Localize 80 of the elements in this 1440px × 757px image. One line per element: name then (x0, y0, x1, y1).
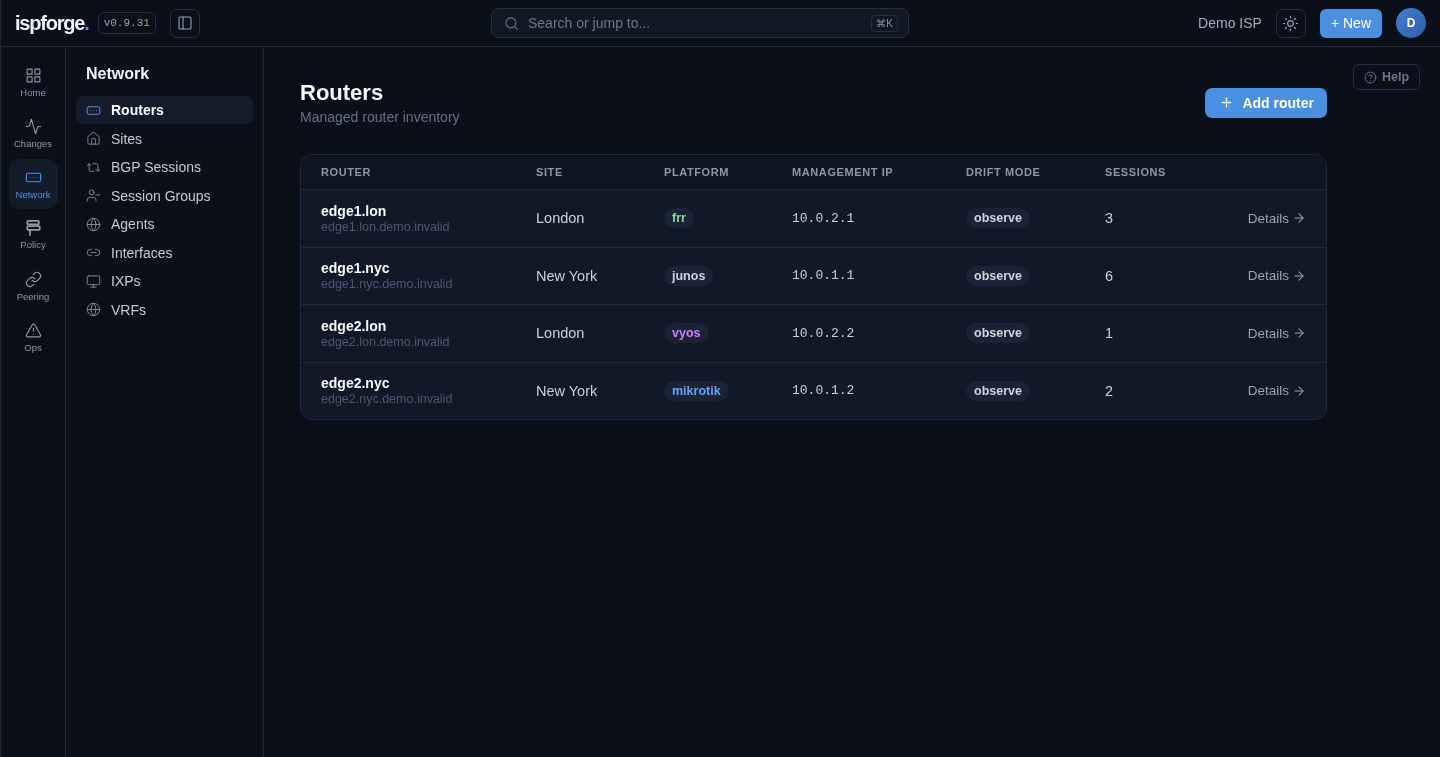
help-button[interactable]: Help (1353, 64, 1421, 90)
details-link[interactable]: Details (1247, 383, 1306, 399)
avatar[interactable]: D (1396, 8, 1426, 38)
rail-nav-item[interactable]: Home (8, 57, 58, 107)
grid-icon (24, 66, 42, 84)
details-link[interactable]: Details (1247, 268, 1306, 284)
sidebar-item[interactable]: Sites (76, 124, 253, 153)
router-name: edge2.lon (321, 317, 387, 334)
details-link[interactable]: Details (1247, 325, 1306, 341)
site-cell: London (536, 325, 585, 342)
house-icon (86, 131, 101, 146)
router-hostname: edge2.lon.demo.invalid (321, 334, 450, 349)
router-hostname: edge1.lon.demo.invalid (321, 219, 450, 234)
search-input[interactable]: Search or jump to... (528, 12, 863, 34)
sessions-cell: 2 (1105, 382, 1114, 399)
column-header: SESSIONS (1105, 166, 1167, 178)
sidebar-item[interactable]: Routers (76, 96, 253, 124)
ip-cell: 10.0.1.1 (792, 268, 855, 284)
rail-nav-item[interactable]: Peering (8, 261, 58, 311)
site-cell: London (536, 210, 585, 227)
drift-mode-tag: observe (966, 265, 1030, 286)
site-cell: New York (536, 382, 598, 399)
rail-nav-item[interactable]: Changes (8, 108, 58, 158)
page-subtitle: Managed router inventory (300, 109, 460, 125)
sidebar-toggle-button[interactable] (169, 8, 200, 38)
router-name: edge1.lon (321, 202, 387, 219)
rail-nav-item[interactable]: Policy (8, 210, 58, 260)
help-icon (1364, 70, 1377, 84)
search-bar[interactable]: Search or jump to... ⌘K (491, 8, 909, 38)
user-minus-icon (86, 188, 101, 203)
router-name: edge2.nyc (321, 375, 390, 392)
column-header: DRIFT MODE (966, 166, 1041, 178)
link-icon (24, 270, 42, 288)
monitor-icon (86, 273, 101, 289)
platform-tag: vyos (664, 323, 709, 344)
shortcut-hint: ⌘K (871, 14, 898, 32)
sessions-cell: 1 (1105, 325, 1114, 342)
panel-icon (176, 15, 193, 31)
router-hostname: edge2.nyc.demo.invalid (321, 392, 453, 407)
drift-mode-tag: observe (966, 208, 1030, 229)
sessions-cell: 3 (1105, 210, 1114, 227)
column-header: ROUTER (321, 166, 372, 178)
platform-tag: mikrotik (664, 380, 729, 401)
router-name: edge1.nyc (321, 260, 390, 277)
sidebar-title: Network (86, 65, 150, 83)
sidebar-item[interactable]: IXPs (76, 267, 253, 295)
pulse-line-icon (24, 117, 42, 135)
platform-tag: frr (664, 208, 694, 229)
globe-icon (86, 216, 101, 232)
version-badge: v0.9.31 (97, 12, 156, 34)
sidebar-item[interactable]: BGP Sessions (76, 153, 253, 181)
column-header: PLATFORM (664, 166, 730, 178)
column-header: MANAGEMENT IP (792, 166, 894, 178)
search-icon (504, 15, 519, 31)
plus-icon (1219, 95, 1235, 110)
column-header: SITE (536, 166, 563, 178)
stacked-bars-icon (25, 220, 41, 236)
org-name: Demo ISP (1198, 15, 1262, 31)
page-title: Routers (300, 80, 384, 106)
theme-toggle-button[interactable] (1275, 8, 1306, 38)
sessions-cell: 6 (1105, 267, 1114, 284)
sidebar-item[interactable]: Session Groups (76, 181, 253, 210)
ip-cell: 10.0.2.1 (792, 210, 855, 226)
ip-cell: 10.0.2.2 (792, 325, 855, 341)
logo[interactable]: ispforge. (15, 11, 89, 35)
drift-mode-tag: observe (966, 323, 1030, 344)
drift-mode-tag: observe (966, 380, 1030, 401)
sidebar-item[interactable]: VRFs (76, 295, 253, 324)
ip-cell: 10.0.1.2 (792, 383, 855, 399)
sidebar-item[interactable]: Interfaces (76, 238, 253, 267)
platform-tag: junos (664, 265, 714, 286)
details-link[interactable]: Details (1247, 210, 1306, 226)
sun-icon (1282, 14, 1300, 32)
rail-nav-item[interactable]: Network (8, 159, 58, 209)
router-hostname: edge1.nyc.demo.invalid (321, 277, 453, 292)
globe-icon (86, 302, 101, 317)
warning-icon (24, 321, 42, 339)
site-cell: New York (536, 267, 598, 284)
sidebar-item[interactable]: Agents (76, 210, 253, 238)
rail-nav-item[interactable]: Ops (8, 312, 58, 362)
